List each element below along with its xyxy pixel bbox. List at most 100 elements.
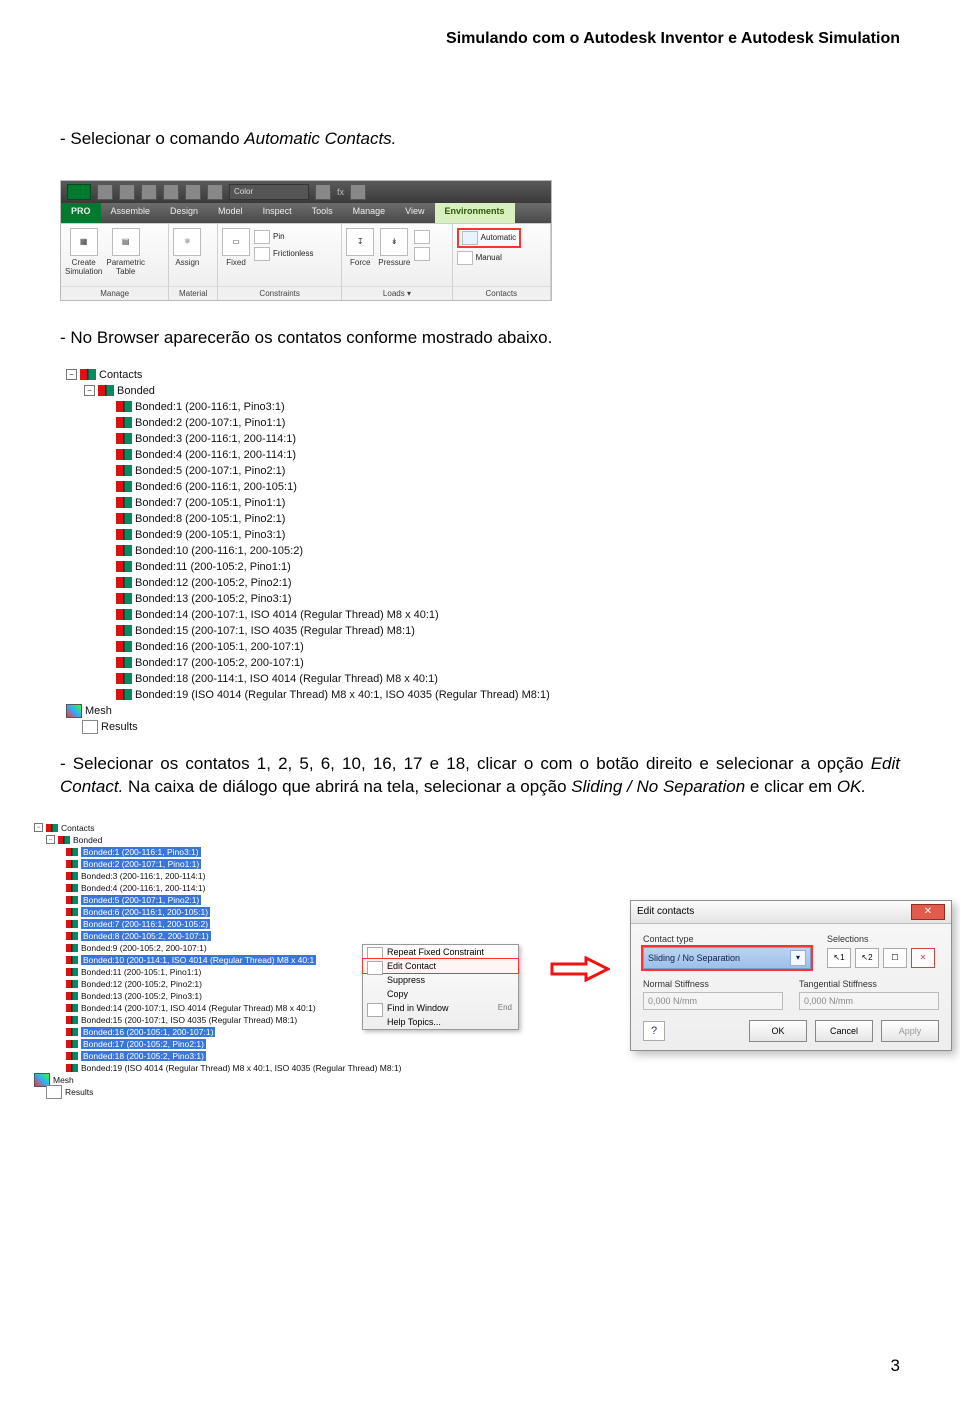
context-menu-item[interactable]: Find in WindowEnd: [363, 1001, 518, 1015]
ribbon-tab[interactable]: Tools: [302, 203, 343, 223]
qat-icon[interactable]: [163, 184, 179, 200]
tree-item[interactable]: Bonded:17 (200-105:2, Pino2:1): [30, 1038, 440, 1050]
mesh-icon: [66, 704, 82, 718]
frictionless-button[interactable]: Frictionless: [254, 247, 313, 261]
ribbon-tab[interactable]: Design: [160, 203, 208, 223]
contact-type-combo[interactable]: Sliding / No Separation ▾: [643, 947, 811, 969]
tree-mesh[interactable]: Mesh: [60, 703, 900, 719]
tree-item[interactable]: Bonded:4 (200-116:1, 200-114:1): [60, 447, 900, 463]
qat-icon[interactable]: [207, 184, 223, 200]
tree-results[interactable]: Results: [30, 1086, 440, 1098]
tree-root[interactable]: − Contacts: [60, 367, 900, 383]
tree-item[interactable]: Bonded:3 (200-116:1, 200-114:1): [60, 431, 900, 447]
parametric-table-button[interactable]: ▤ Parametric Table: [106, 228, 145, 276]
ribbon-tab-environments[interactable]: Environments: [435, 203, 515, 223]
context-menu-item[interactable]: Edit Contact: [363, 959, 518, 973]
pin-button[interactable]: Pin: [254, 230, 313, 244]
tree-item[interactable]: Bonded:11 (200-105:2, Pino1:1): [60, 559, 900, 575]
context-menu-item[interactable]: Suppress: [363, 973, 518, 987]
qat-icon[interactable]: [97, 184, 113, 200]
tree-root[interactable]: − Contacts: [30, 822, 440, 834]
tree-item[interactable]: Bonded:8 (200-105:1, Pino2:1): [60, 511, 900, 527]
apply-button[interactable]: Apply: [881, 1020, 939, 1042]
color-dropdown[interactable]: Color: [229, 184, 309, 200]
tree-item[interactable]: Bonded:17 (200-105:2, 200-107:1): [60, 655, 900, 671]
tree-item[interactable]: Bonded:6 (200-116:1, 200-105:1): [30, 906, 440, 918]
p1-italic: Automatic Contacts.: [244, 129, 396, 148]
tree-item[interactable]: Bonded:2 (200-107:1, Pino1:1): [30, 858, 440, 870]
tree-item[interactable]: Bonded:5 (200-107:1, Pino2:1): [60, 463, 900, 479]
tree-item[interactable]: Bonded:13 (200-105:2, Pino3:1): [60, 591, 900, 607]
qat-icon[interactable]: [315, 184, 331, 200]
ribbon-tab[interactable]: Assemble: [101, 203, 161, 223]
cancel-button[interactable]: Cancel: [815, 1020, 873, 1042]
load-extra-button[interactable]: [414, 230, 430, 244]
bonded-icon: [116, 465, 132, 476]
normal-stiffness-input[interactable]: [643, 992, 783, 1010]
ribbon-tab[interactable]: View: [395, 203, 434, 223]
ribbon-tab-pro[interactable]: PRO: [61, 203, 101, 223]
tree-item[interactable]: Bonded:2 (200-107:1, Pino1:1): [60, 415, 900, 431]
tree-bonded[interactable]: − Bonded: [60, 383, 900, 399]
chevron-down-icon: ▾: [790, 950, 806, 966]
ribbon-tab[interactable]: Model: [208, 203, 253, 223]
ribbon-tab[interactable]: Manage: [343, 203, 396, 223]
context-menu-item[interactable]: Repeat Fixed Constraint: [363, 945, 518, 959]
expand-icon[interactable]: −: [84, 385, 95, 396]
close-button[interactable]: ✕: [911, 904, 945, 920]
contact-type-label: Contact type: [643, 934, 811, 944]
help-button[interactable]: ?: [643, 1021, 665, 1041]
ribbon: Color fx PRO Assemble Design Model Inspe…: [60, 180, 552, 301]
fixed-button[interactable]: ▭ Fixed: [222, 228, 250, 267]
selection-1-button[interactable]: ↖1: [827, 948, 851, 968]
tree-item[interactable]: Bonded:19 (ISO 4014 (Regular Thread) M8 …: [30, 1062, 440, 1074]
context-menu-item[interactable]: Copy: [363, 987, 518, 1001]
tree-item[interactable]: Bonded:8 (200-105:2, 200-107:1): [30, 930, 440, 942]
qat-icon[interactable]: [350, 184, 366, 200]
create-simulation-button[interactable]: ▦ Create Simulation: [65, 228, 102, 276]
tree-item[interactable]: Bonded:9 (200-105:1, Pino3:1): [60, 527, 900, 543]
tree-item[interactable]: Bonded:19 (ISO 4014 (Regular Thread) M8 …: [60, 687, 900, 703]
ribbon-group-contacts: Automatic Manual Contacts: [453, 224, 551, 300]
tree-bonded[interactable]: − Bonded: [30, 834, 440, 846]
tree-item[interactable]: Bonded:18 (200-105:2, Pino3:1): [30, 1050, 440, 1062]
tree-results[interactable]: Results: [60, 719, 900, 735]
tree-item[interactable]: Bonded:3 (200-116:1, 200-114:1): [30, 870, 440, 882]
tree-item-label: Bonded:5 (200-107:1, Pino2:1): [135, 465, 285, 477]
load-extra-button[interactable]: [414, 247, 430, 261]
context-menu-item[interactable]: Help Topics...: [363, 1015, 518, 1029]
tree-item[interactable]: Bonded:16 (200-105:1, 200-107:1): [60, 639, 900, 655]
selection-delete-button[interactable]: ✕: [911, 948, 935, 968]
tree-item[interactable]: Bonded:4 (200-116:1, 200-114:1): [30, 882, 440, 894]
tree-item[interactable]: Bonded:7 (200-105:1, Pino1:1): [60, 495, 900, 511]
tree-item[interactable]: Bonded:12 (200-105:2, Pino2:1): [60, 575, 900, 591]
ok-button[interactable]: OK: [749, 1020, 807, 1042]
tree-item[interactable]: Bonded:15 (200-107:1, ISO 4035 (Regular …: [60, 623, 900, 639]
manual-contacts-button[interactable]: Manual: [457, 251, 502, 265]
automatic-contacts-button[interactable]: Automatic: [457, 228, 522, 248]
expand-icon[interactable]: −: [66, 369, 77, 380]
tree-item[interactable]: Bonded:5 (200-107:1, Pino2:1): [30, 894, 440, 906]
tree-item[interactable]: Bonded:10 (200-116:1, 200-105:2): [60, 543, 900, 559]
tree-item[interactable]: Bonded:18 (200-114:1, ISO 4014 (Regular …: [60, 671, 900, 687]
pressure-button[interactable]: ↡ Pressure: [378, 228, 410, 267]
force-button[interactable]: ↧ Force: [346, 228, 374, 267]
qat-icon[interactable]: [119, 184, 135, 200]
qat-icon[interactable]: [185, 184, 201, 200]
tree-mesh[interactable]: Mesh: [30, 1074, 440, 1086]
tree-item-label: Bonded:6 (200-116:1, 200-105:1): [135, 481, 297, 493]
tangential-stiffness-input[interactable]: [799, 992, 939, 1010]
dialog-titlebar[interactable]: Edit contacts ✕: [631, 901, 951, 924]
tree-item[interactable]: Bonded:6 (200-116:1, 200-105:1): [60, 479, 900, 495]
tree-item[interactable]: Bonded:7 (200-116:1, 200-105:2): [30, 918, 440, 930]
selection-swap-button[interactable]: ☐: [883, 948, 907, 968]
assign-button[interactable]: ⚛ Assign: [173, 228, 201, 267]
tree-item[interactable]: Bonded:1 (200-116:1, Pino3:1): [60, 399, 900, 415]
tree-item[interactable]: Bonded:1 (200-116:1, Pino3:1): [30, 846, 440, 858]
qat-icon[interactable]: [141, 184, 157, 200]
expand-icon[interactable]: −: [46, 835, 55, 844]
ribbon-tab[interactable]: Inspect: [253, 203, 302, 223]
tree-item[interactable]: Bonded:14 (200-107:1, ISO 4014 (Regular …: [60, 607, 900, 623]
selection-2-button[interactable]: ↖2: [855, 948, 879, 968]
expand-icon[interactable]: −: [34, 823, 43, 832]
